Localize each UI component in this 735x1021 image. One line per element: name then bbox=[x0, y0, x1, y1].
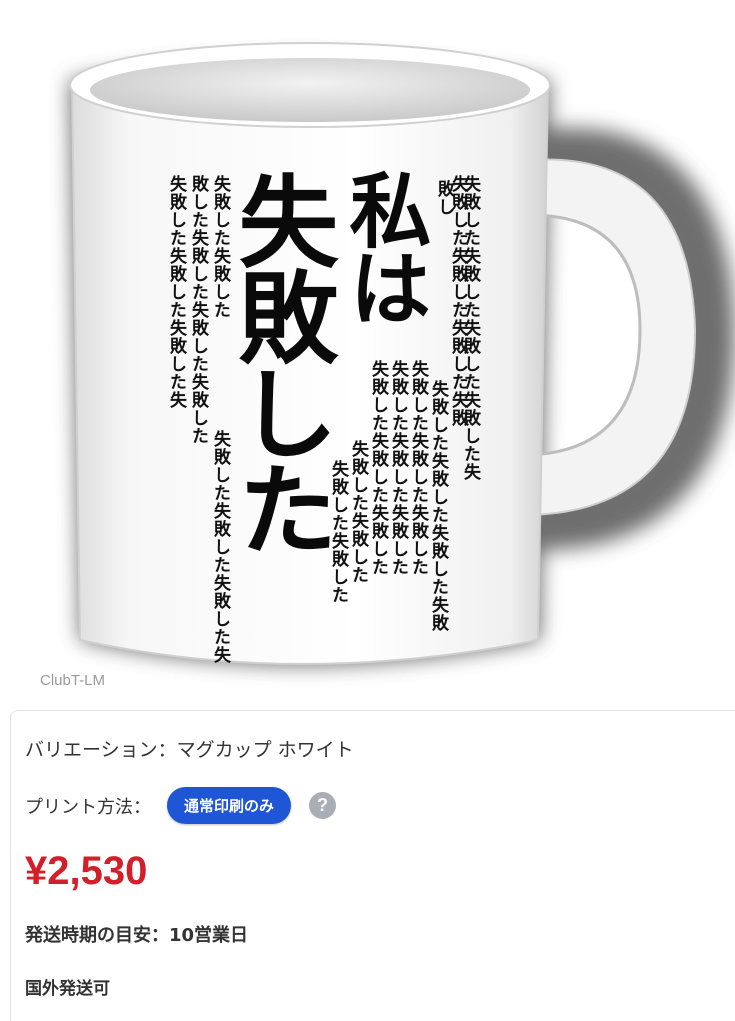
international-shipping: 国外発送可 bbox=[25, 979, 110, 999]
print-method-label: プリント方法： bbox=[25, 796, 151, 818]
variation-row: バリエーション：マグカップ ホワイト bbox=[25, 735, 354, 762]
product-info-card: バリエーション：マグカップ ホワイト プリント方法： 通常印刷のみ ? ¥2,5… bbox=[10, 710, 735, 1021]
print-text-column: 失敗した失敗した失敗した失敗 bbox=[428, 380, 448, 632]
print-text-column: 失敗した失敗した bbox=[348, 440, 368, 584]
international-shipping-row: 国外発送可 bbox=[25, 974, 110, 999]
product-image[interactable]: 失敗した失敗した失敗した失 敗した失敗した失敗した失敗した 失敗した失敗した失敗… bbox=[0, 0, 735, 705]
print-text-column: 失敗した失敗した bbox=[328, 460, 348, 604]
shipping-estimate-row: 発送時期の目安：10営業日 bbox=[25, 921, 248, 947]
print-headline-left: 失敗した bbox=[221, 170, 338, 554]
print-text-column: 失敗した失敗した失敗した bbox=[368, 360, 388, 576]
print-text-column: 失敗した失敗した失敗した bbox=[408, 360, 428, 576]
print-text-column: 失敗した失敗した失敗した失敗した失 bbox=[460, 175, 480, 481]
print-text-column: 敗し bbox=[434, 180, 454, 216]
help-icon[interactable]: ? bbox=[309, 792, 337, 819]
print-method-row: プリント方法： 通常印刷のみ ? bbox=[25, 787, 337, 824]
print-text-column: 失敗した失敗した失敗した bbox=[388, 360, 408, 576]
print-method-badge[interactable]: 通常印刷のみ bbox=[167, 787, 292, 824]
variation-text: バリエーション：マグカップ ホワイト bbox=[25, 739, 354, 761]
product-page: 失敗した失敗した失敗した失 敗した失敗した失敗した失敗した 失敗した失敗した失敗… bbox=[0, 0, 735, 1021]
print-text-column: 敗した失敗した失敗した失敗した bbox=[188, 175, 208, 445]
print-text-column: 失敗した失敗した失敗した失 bbox=[166, 175, 186, 409]
price: ¥2,530 bbox=[25, 849, 148, 893]
shipping-estimate: 発送時期の目安：10営業日 bbox=[25, 925, 249, 946]
print-headline-right: 私は bbox=[335, 168, 430, 324]
watermark: ClubT-LM bbox=[40, 672, 106, 689]
mug-print: 失敗した失敗した失敗した失 敗した失敗した失敗した失敗した 失敗した失敗した失敗… bbox=[160, 160, 480, 664]
